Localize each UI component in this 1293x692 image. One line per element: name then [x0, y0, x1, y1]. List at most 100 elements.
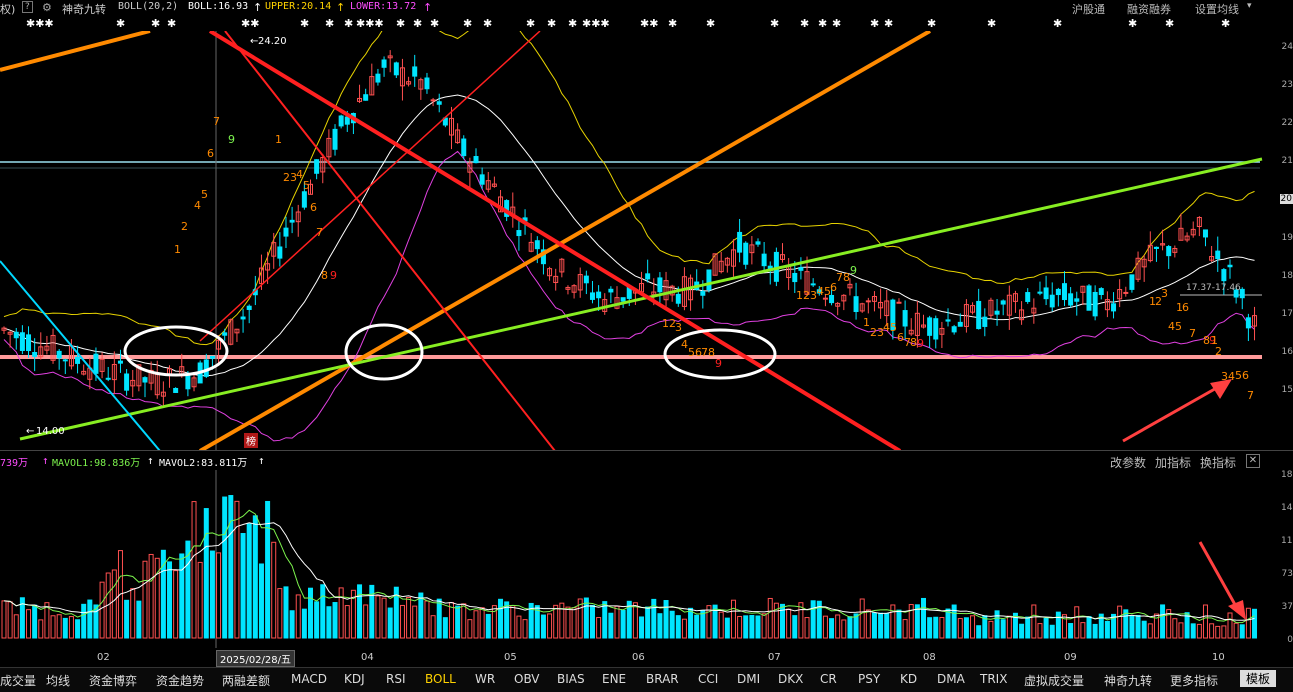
link-hugutong[interactable]: 沪股通 — [1072, 1, 1105, 17]
volume-bar — [498, 598, 504, 639]
nine-turn-digit: 7 — [1189, 327, 1196, 340]
candle-body — [117, 360, 123, 364]
tab-23[interactable]: 神奇九转 — [1104, 672, 1152, 689]
volume-bar — [1055, 611, 1061, 639]
volume-bar — [479, 607, 485, 639]
tab-5[interactable]: MACD — [291, 672, 327, 686]
candle-body — [75, 356, 81, 364]
tab-17[interactable]: CR — [820, 672, 837, 686]
volume-bar — [485, 613, 491, 639]
tab-12[interactable]: ENE — [602, 672, 626, 686]
volume-bar — [792, 615, 798, 639]
volume-bar — [1000, 619, 1006, 639]
tab-24[interactable]: 更多指标 — [1170, 672, 1218, 689]
nine-turn-digit: 9 — [330, 269, 337, 282]
tab-7[interactable]: RSI — [386, 672, 406, 686]
boll-params[interactable]: BOLL(20,2) — [118, 1, 178, 12]
tab-11[interactable]: BIAS — [557, 672, 585, 686]
help-icon[interactable]: ? — [22, 1, 33, 13]
link-margin[interactable]: 融资融券 — [1127, 1, 1171, 17]
candle-body — [246, 305, 252, 310]
nine-turn-digit: 5 — [303, 179, 310, 192]
add-indicator-button[interactable]: 加指标 — [1155, 454, 1191, 471]
up-arrow-icon: ↑ — [258, 454, 265, 467]
tab-13[interactable]: BRAR — [646, 672, 679, 686]
tab-22[interactable]: 虚拟成交量 — [1024, 672, 1084, 689]
volume-bar — [1202, 604, 1208, 639]
volume-bar — [896, 609, 902, 639]
gear-icon[interactable]: ⚙ — [42, 1, 52, 14]
volume-bar — [939, 616, 945, 639]
tab-19[interactable]: KD — [900, 672, 917, 686]
volume-bar — [730, 599, 736, 639]
tab-4[interactable]: 两融差额 — [222, 672, 270, 689]
switch-indicator-button[interactable]: 换指标 — [1200, 454, 1236, 471]
volume-bar — [467, 619, 473, 639]
chevron-down-icon[interactable]: ▾ — [1247, 1, 1252, 11]
tab-20[interactable]: DMA — [937, 672, 965, 686]
tab-21[interactable]: TRIX — [980, 672, 1007, 686]
tab-25[interactable]: 模板 — [1240, 670, 1277, 687]
volume-bar — [332, 602, 338, 639]
volume-bar — [252, 515, 258, 639]
volume-chart[interactable]: 185 147 110 73 37 0 — [0, 470, 1293, 648]
upper-value: UPPER:20.14 — [265, 1, 332, 12]
nine-turn-digit: 5 — [1235, 369, 1242, 382]
candle-body — [933, 318, 939, 340]
candle-body — [185, 374, 191, 390]
nine-turn-digit: 4 — [883, 321, 890, 334]
volume-bar — [1141, 620, 1147, 639]
volume-bar — [1080, 622, 1086, 639]
candle-body — [645, 273, 651, 280]
nine-turn-digit: 5 — [201, 188, 208, 201]
candle-body — [951, 326, 957, 333]
tab-0[interactable]: 成交量 — [0, 672, 36, 689]
price-chart[interactable]: 7965421123456789123456789123456789123456… — [0, 10, 1293, 453]
y-tick: 22 — [1281, 118, 1293, 129]
volume-bar — [124, 599, 130, 639]
tab-15[interactable]: DMI — [737, 672, 760, 686]
volume-bar — [780, 603, 786, 639]
volume-toolbar: 739万 ↑ MAVOL1:98.836万 ↑ MAVOL2:83.811万 ↑… — [0, 452, 1293, 470]
rank-badge: 榜 — [246, 435, 256, 448]
candle-body — [1202, 229, 1208, 238]
candle-body — [1086, 285, 1092, 311]
y-tick: 21 — [1281, 156, 1293, 167]
y-tick: 110 — [1281, 536, 1293, 546]
indicator-name[interactable]: 神奇九转 — [62, 1, 106, 17]
candle-body — [424, 77, 430, 90]
nine-turn-digit: 5 — [890, 321, 897, 334]
volume-chart-svg[interactable] — [0, 470, 1293, 648]
candle-body — [675, 293, 681, 304]
tab-10[interactable]: OBV — [514, 672, 540, 686]
tab-18[interactable]: PSY — [858, 672, 880, 686]
up-arrow-icon: ↑ — [423, 1, 433, 14]
candle-body — [393, 62, 399, 76]
tab-9[interactable]: WR — [475, 672, 495, 686]
volume-bar — [301, 608, 307, 639]
volume-bar — [430, 615, 436, 639]
tab-1[interactable]: 均线 — [46, 672, 70, 689]
candle-body — [142, 377, 148, 383]
link-ma-settings[interactable]: 设置均线 — [1195, 1, 1239, 17]
y-tick: 20 — [1279, 194, 1293, 205]
volume-bar — [375, 595, 381, 639]
volume-bar — [148, 553, 154, 639]
close-icon[interactable]: ✕ — [1246, 454, 1260, 468]
tab-8[interactable]: BOLL — [425, 672, 456, 686]
candle-body — [430, 99, 436, 102]
tab-16[interactable]: DKX — [778, 672, 803, 686]
tab-6[interactable]: KDJ — [344, 672, 365, 686]
volume-bar — [99, 581, 105, 639]
y-tick: 18 — [1281, 270, 1293, 281]
edit-params-button[interactable]: 改参数 — [1110, 454, 1146, 471]
tab-2[interactable]: 资金博弈 — [89, 672, 137, 689]
volume-bar — [418, 592, 424, 639]
volume-bar — [363, 604, 369, 639]
tab-14[interactable]: CCI — [698, 672, 718, 686]
pane-divider[interactable] — [0, 450, 1293, 451]
volume-bar — [320, 584, 326, 639]
volume-bar — [547, 613, 553, 639]
price-chart-svg[interactable]: 796542112 3 45678 91 2 345 6 7 891 2 3 4 5 67 8912 3 4 56… — [0, 10, 1293, 453]
tab-3[interactable]: 资金趋势 — [156, 672, 204, 689]
